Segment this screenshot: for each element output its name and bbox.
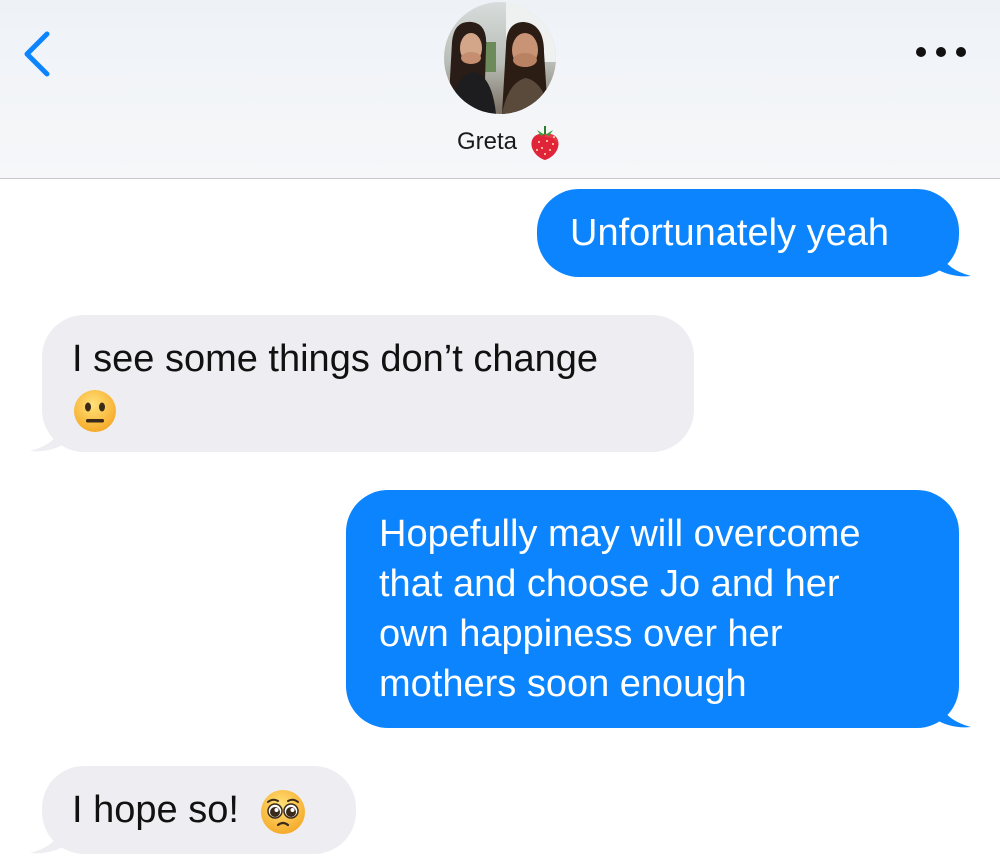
- back-button[interactable]: [14, 26, 62, 82]
- strawberry-icon: [531, 126, 559, 160]
- received-message-bubble[interactable]: I hope so!: [42, 766, 356, 854]
- contact-avatar[interactable]: [444, 2, 556, 114]
- received-message-bubble[interactable]: I see some things don’t change: [42, 315, 694, 452]
- chevron-left-icon: [24, 31, 50, 77]
- contact-name-button[interactable]: Greta: [0, 124, 1000, 160]
- sent-message-bubble[interactable]: Hopefully may will overcome that and cho…: [346, 490, 959, 728]
- message-text-line: that and choose Jo and her: [379, 563, 840, 605]
- message-text: Unfortunately yeah: [570, 212, 889, 254]
- messages-screen: Greta Unfortunately yeah I see some thin…: [0, 0, 1000, 865]
- pleading-face-emoji: [259, 788, 307, 836]
- message-text: I hope so!: [72, 789, 239, 831]
- contact-name: Greta: [456, 128, 518, 155]
- message-text-line: Hopefully may will overcome: [379, 513, 861, 555]
- message-text: I see some things don’t change: [72, 338, 599, 380]
- message-text-line: own happiness over her: [379, 613, 783, 655]
- sent-message-bubble[interactable]: Unfortunately yeah: [537, 189, 959, 277]
- conversation-header: Greta: [0, 0, 1000, 179]
- more-options-button[interactable]: [916, 42, 966, 62]
- message-text-line: mothers soon enough: [379, 663, 747, 705]
- ellipsis-icon: [916, 47, 926, 57]
- neutral-face-emoji: [72, 388, 118, 434]
